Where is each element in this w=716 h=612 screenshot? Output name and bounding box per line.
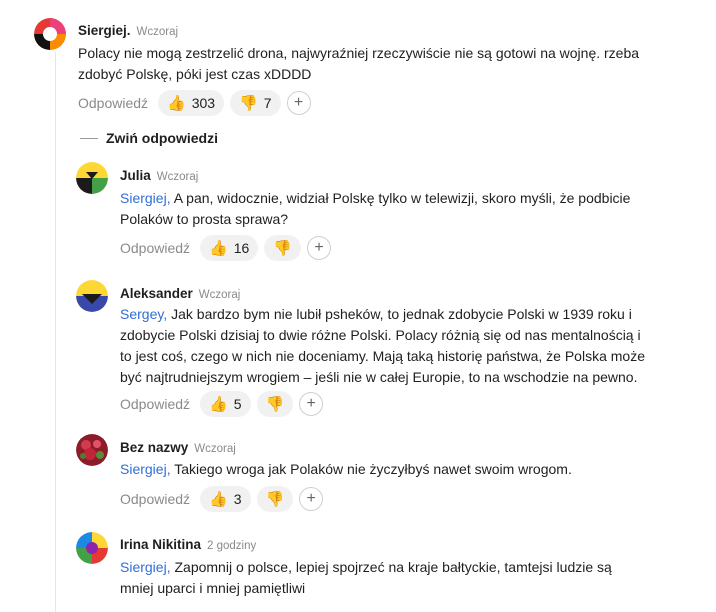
collapse-replies-button[interactable]: Zwiń odpowiedzi <box>80 128 218 148</box>
dislike-button[interactable]: 👎 <box>264 235 301 261</box>
avatar[interactable] <box>76 434 108 466</box>
collapse-dash-icon <box>80 137 98 139</box>
thumbs-up-icon: 👍 <box>167 94 186 112</box>
thumbs-up-icon: 👍 <box>209 395 228 413</box>
like-button[interactable]: 👍 16 <box>200 235 259 261</box>
comment-text: Siergiej, Zapomnij o polsce, lepiej spoj… <box>120 557 612 599</box>
comment-text: Siergiej, A pan, widocznie, widział Pols… <box>120 188 630 230</box>
comment-text: Polacy nie mogą zestrzelić drona, najwyr… <box>78 43 639 85</box>
thumbs-up-icon: 👍 <box>209 490 228 508</box>
reply-button[interactable]: Odpowiedź <box>78 95 148 111</box>
author-name[interactable]: Bez nazwy <box>120 440 188 455</box>
mention-link[interactable]: Siergiej, <box>120 461 171 477</box>
add-reaction-button[interactable]: + <box>307 236 331 260</box>
timestamp: Wczoraj <box>136 26 179 38</box>
like-count: 303 <box>191 95 216 111</box>
timestamp: Wczoraj <box>194 443 236 455</box>
comment-line: Jak bardzo bym nie lubił psheków, to jed… <box>167 306 632 322</box>
author-name[interactable]: Siergiej. <box>78 23 131 38</box>
dislike-button[interactable]: 👎 <box>256 486 294 512</box>
timestamp: 2 godziny <box>207 540 257 552</box>
comment-line: zdobyć Polskę, póki jest czas xDDDD <box>78 66 312 82</box>
avatar[interactable] <box>76 532 108 564</box>
avatar[interactable] <box>34 18 66 50</box>
comment-line: A pan, widocznie, widział Polskę tylko w… <box>170 190 631 206</box>
author-name[interactable]: Aleksander <box>120 286 193 301</box>
dislike-button[interactable]: 👎 7 <box>230 90 281 116</box>
comment-actions: Odpowiedź 👍 303 👎 7 + <box>78 90 311 116</box>
like-button[interactable]: 👍 303 <box>158 90 225 116</box>
comment-line: to jest coś, czego w nich nie doceniamy.… <box>120 348 645 364</box>
timestamp: Wczoraj <box>198 289 241 301</box>
add-reaction-button[interactable]: + <box>299 487 324 511</box>
author-name[interactable]: Julia <box>120 168 151 183</box>
avatar[interactable] <box>76 280 108 312</box>
reply-button[interactable]: Odpowiedź <box>120 491 190 507</box>
mention-link[interactable]: Siergiej, <box>120 559 171 575</box>
comment-line: Takiego wroga jak Polaków nie życzyłbyś … <box>170 461 572 477</box>
comment-line: Zapomnij o polsce, lepiej spojrzeć na kr… <box>170 559 612 575</box>
thumbs-down-icon: 👎 <box>239 94 258 112</box>
like-button[interactable]: 👍 3 <box>200 486 251 512</box>
author-name[interactable]: Irina Nikitina <box>120 537 201 552</box>
comment-actions: Odpowiedź 👍 3 👎 + <box>120 486 324 512</box>
like-button[interactable]: 👍 5 <box>200 391 251 417</box>
thumbs-down-icon: 👎 <box>273 239 292 257</box>
comment-line: mniej uparci i mniej pamiętliwi <box>120 580 306 596</box>
avatar[interactable] <box>76 162 108 194</box>
like-count: 5 <box>233 396 242 412</box>
comment-actions: Odpowiedź 👍 5 👎 + <box>120 391 324 417</box>
reply-button[interactable]: Odpowiedź <box>120 240 190 256</box>
comment-line: Polacy nie mogą zestrzelić drona, najwyr… <box>78 45 640 61</box>
comment-actions: Odpowiedź 👍 16 👎 + <box>120 235 331 261</box>
mention-link[interactable]: Siergiej, <box>120 190 171 206</box>
comment-line: być najtrudniejszym wrogiem – jeśli nie … <box>120 369 638 385</box>
like-count: 16 <box>233 240 250 256</box>
comment-text: Sergey, Jak bardzo bym nie lubił psheków… <box>120 304 645 388</box>
thumbs-down-icon: 👎 <box>265 490 285 508</box>
timestamp: Wczoraj <box>156 171 199 183</box>
reply-button[interactable]: Odpowiedź <box>120 396 190 412</box>
add-reaction-button[interactable]: + <box>299 392 324 416</box>
thumbs-up-icon: 👍 <box>209 239 228 257</box>
thumbs-down-icon: 👎 <box>265 395 285 413</box>
dislike-count: 7 <box>263 95 272 111</box>
comment-text: Siergiej, Takiego wroga jak Polaków nie … <box>120 459 572 480</box>
dislike-button[interactable]: 👎 <box>256 391 294 417</box>
like-count: 3 <box>233 491 242 507</box>
thread-line <box>55 52 56 612</box>
mention-link[interactable]: Sergey, <box>120 306 167 322</box>
add-reaction-button[interactable]: + <box>286 91 311 115</box>
comment-line: zdobycie Polski dzisiaj to dwie różne Po… <box>120 327 641 343</box>
comment-line: Polaków to prosta sprawa? <box>120 211 289 227</box>
collapse-replies-label: Zwiń odpowiedzi <box>106 130 218 146</box>
